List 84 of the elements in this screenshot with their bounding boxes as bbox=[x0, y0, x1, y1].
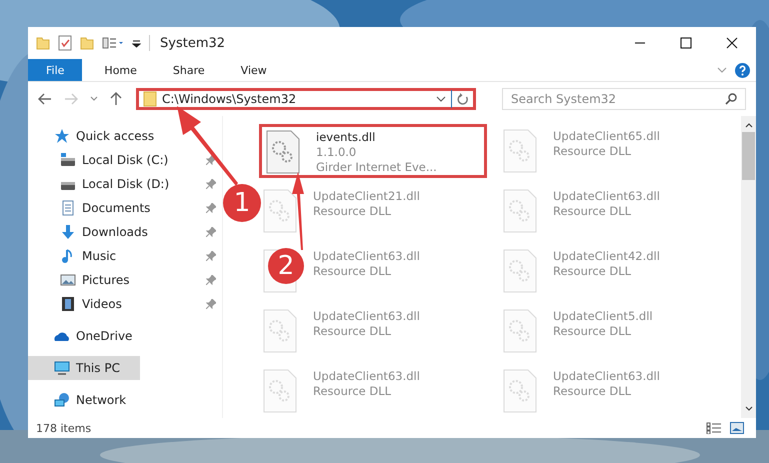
scroll-down-icon[interactable] bbox=[744, 406, 752, 412]
file-gears-icon bbox=[503, 249, 537, 293]
file-gears-icon bbox=[503, 309, 537, 353]
pin-icon[interactable] bbox=[206, 155, 216, 165]
back-icon[interactable] bbox=[38, 93, 52, 105]
file-name: UpdateClient21.dll bbox=[313, 189, 420, 204]
scrollbar[interactable] bbox=[741, 116, 756, 418]
file-description: Resource DLL bbox=[313, 204, 392, 219]
file-description: Resource DLL bbox=[553, 144, 632, 159]
view-icon[interactable] bbox=[102, 37, 124, 49]
document-icon bbox=[60, 200, 76, 216]
file-gears-icon bbox=[266, 130, 300, 174]
picture-icon bbox=[60, 272, 76, 288]
file-description: Girder Internet Eve... bbox=[316, 160, 437, 175]
search-field[interactable]: Search System32 bbox=[502, 88, 746, 110]
file-description: Resource DLL bbox=[313, 264, 392, 279]
drive-icon bbox=[60, 152, 76, 168]
file-version: 1.1.0.0 bbox=[316, 145, 358, 160]
file-name: ievents.dll bbox=[316, 130, 376, 145]
ribbon-tab[interactable]: Home bbox=[90, 59, 151, 81]
pin-icon[interactable] bbox=[206, 179, 216, 189]
file-gears-icon bbox=[263, 309, 297, 353]
nav-item[interactable]: Documents bbox=[28, 196, 154, 220]
file-description: Resource DLL bbox=[553, 204, 632, 219]
nav-item[interactable]: Music bbox=[28, 244, 120, 268]
nav-item[interactable]: Network bbox=[28, 388, 140, 412]
scroll-thumb[interactable] bbox=[742, 132, 755, 180]
ribbon-tab[interactable]: View bbox=[226, 59, 281, 81]
pin-icon[interactable] bbox=[206, 227, 216, 237]
dropdown-icon[interactable] bbox=[436, 96, 446, 102]
folder-icon bbox=[143, 91, 157, 107]
nav-item[interactable]: Pictures bbox=[28, 268, 134, 292]
file-name: UpdateClient5.dll bbox=[553, 309, 653, 324]
nav-item[interactable]: Quick access bbox=[28, 124, 158, 148]
pin-icon[interactable] bbox=[206, 275, 216, 285]
file-name: UpdateClient63.dll bbox=[553, 369, 660, 384]
details-view-icon[interactable] bbox=[706, 422, 722, 434]
nav-item[interactable]: Downloads bbox=[28, 220, 152, 244]
help-icon[interactable] bbox=[735, 62, 750, 78]
search-icon bbox=[725, 93, 737, 105]
pin-icon[interactable] bbox=[206, 203, 216, 213]
file-name: UpdateClient42.dll bbox=[553, 249, 660, 264]
file-name: UpdateClient63.dll bbox=[313, 369, 420, 384]
ribbon-tab[interactable]: Share bbox=[158, 59, 219, 81]
nav-item[interactable]: Videos bbox=[28, 292, 126, 316]
refresh-icon[interactable] bbox=[457, 92, 469, 106]
file-gears-icon bbox=[263, 369, 297, 413]
file-name: UpdateClient63.dll bbox=[313, 309, 420, 324]
file-name: UpdateClient63.dll bbox=[313, 249, 420, 264]
chevron-icon[interactable] bbox=[717, 66, 727, 74]
large-icons-view-icon[interactable] bbox=[730, 422, 744, 434]
monitor-icon bbox=[54, 360, 70, 376]
file-gears-icon bbox=[503, 129, 537, 173]
address-field[interactable]: C:\Windows\System32 bbox=[136, 88, 476, 110]
star-icon bbox=[54, 128, 70, 144]
file-description: Resource DLL bbox=[553, 264, 632, 279]
status-text: 178 items bbox=[36, 422, 92, 434]
maximize-icon[interactable] bbox=[680, 37, 692, 49]
file-description: Resource DLL bbox=[313, 384, 392, 399]
up-icon[interactable] bbox=[110, 92, 122, 106]
ribbon-tab[interactable]: File bbox=[28, 59, 82, 81]
nav-item[interactable]: Local Disk (D:) bbox=[28, 172, 174, 196]
recent-icon[interactable] bbox=[90, 96, 98, 102]
file-name: UpdateClient63.dll bbox=[553, 189, 660, 204]
nav-item[interactable]: OneDrive bbox=[28, 324, 140, 348]
close-icon[interactable] bbox=[726, 37, 738, 49]
properties-icon[interactable] bbox=[58, 35, 72, 51]
pin-icon[interactable] bbox=[206, 299, 216, 309]
file-gears-icon bbox=[503, 369, 537, 413]
file-description: Resource DLL bbox=[553, 324, 632, 339]
window-title: System32 bbox=[160, 36, 226, 50]
file-description: Resource DLL bbox=[313, 324, 392, 339]
pin-icon[interactable] bbox=[206, 251, 216, 261]
film-icon bbox=[60, 296, 76, 312]
file-gears-icon bbox=[503, 189, 537, 233]
network-icon bbox=[54, 392, 70, 408]
nav-item[interactable]: Local Disk (C:) bbox=[28, 148, 172, 172]
file-description: Resource DLL bbox=[553, 384, 632, 399]
download-icon bbox=[60, 224, 76, 240]
customize-icon[interactable] bbox=[132, 38, 141, 48]
file-name: UpdateClient65.dll bbox=[553, 129, 660, 144]
file-gears-icon bbox=[263, 189, 297, 233]
scroll-up-icon[interactable] bbox=[744, 122, 752, 128]
nav-item[interactable]: This PC bbox=[28, 356, 140, 380]
